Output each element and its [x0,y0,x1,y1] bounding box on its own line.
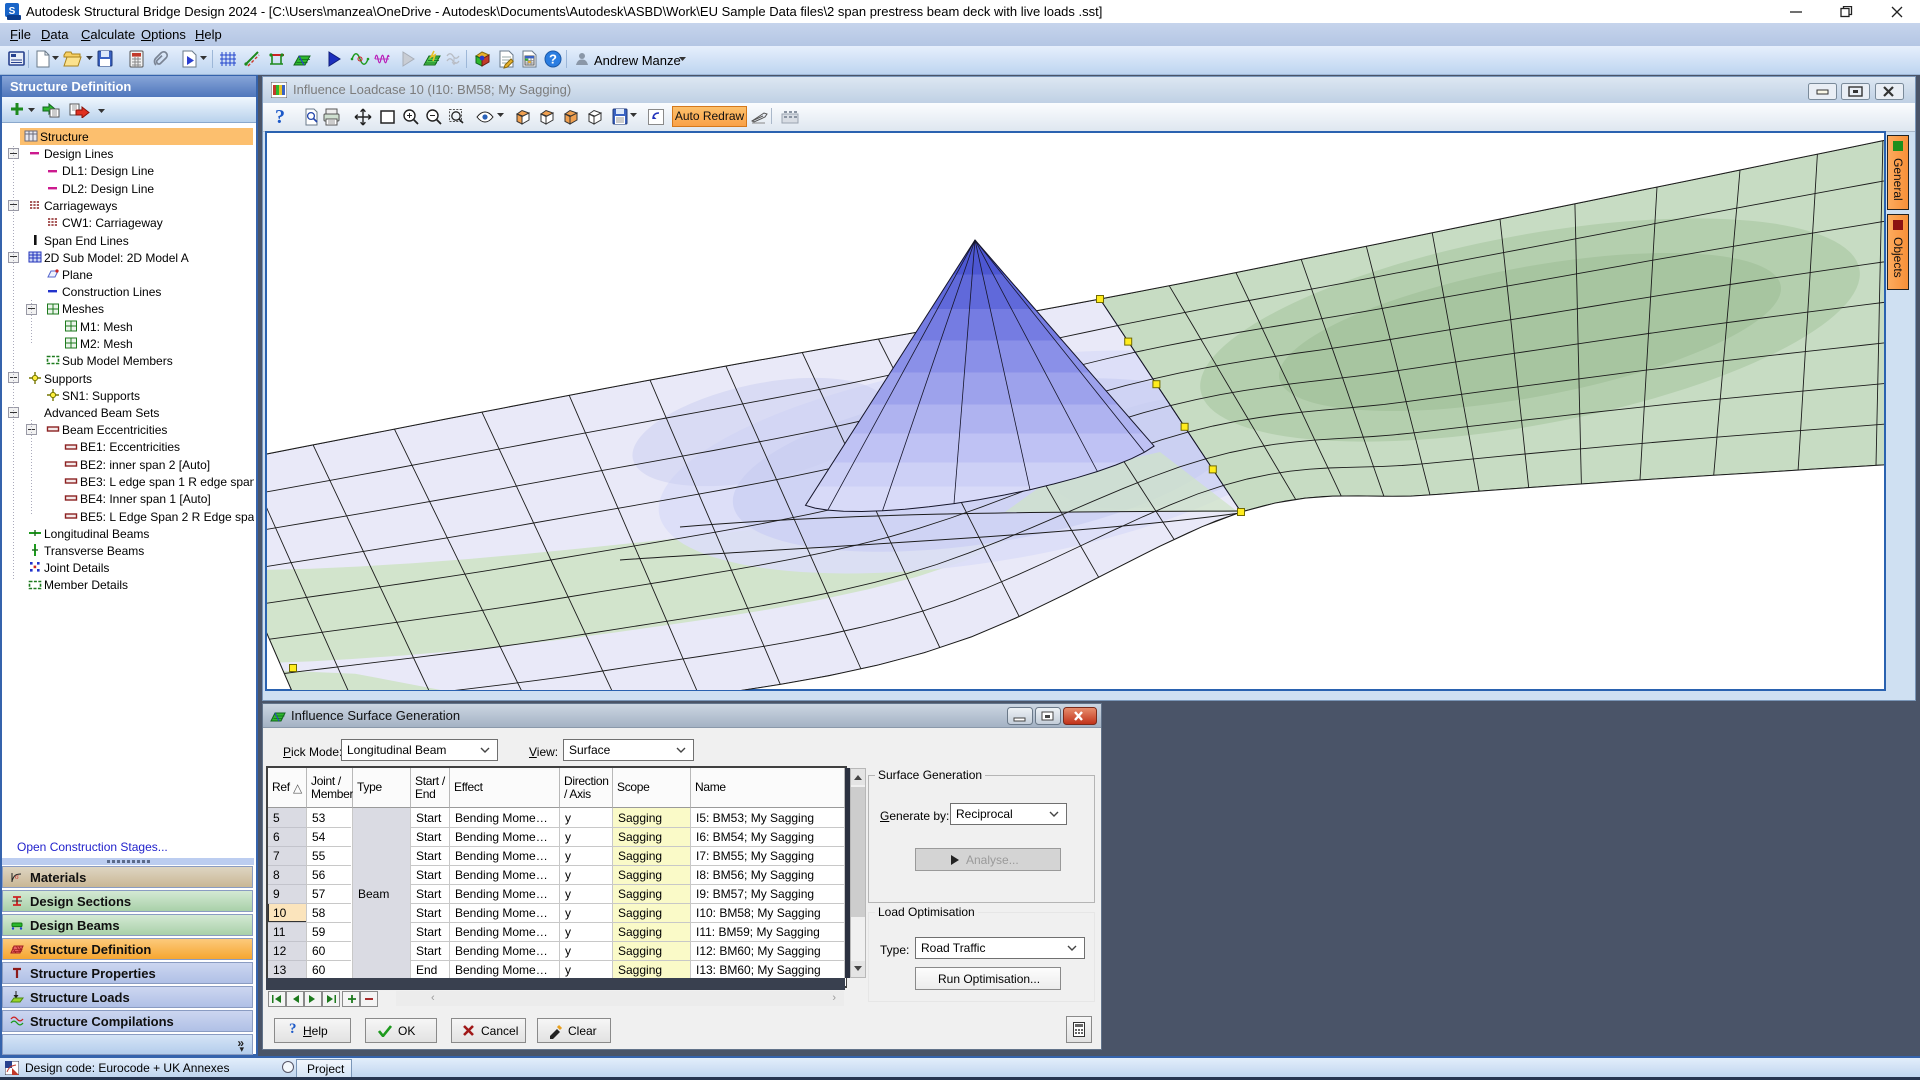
svg-text:?: ? [275,106,285,127]
svg-text:?: ? [549,52,557,67]
svg-text:σ: σ [15,873,19,881]
